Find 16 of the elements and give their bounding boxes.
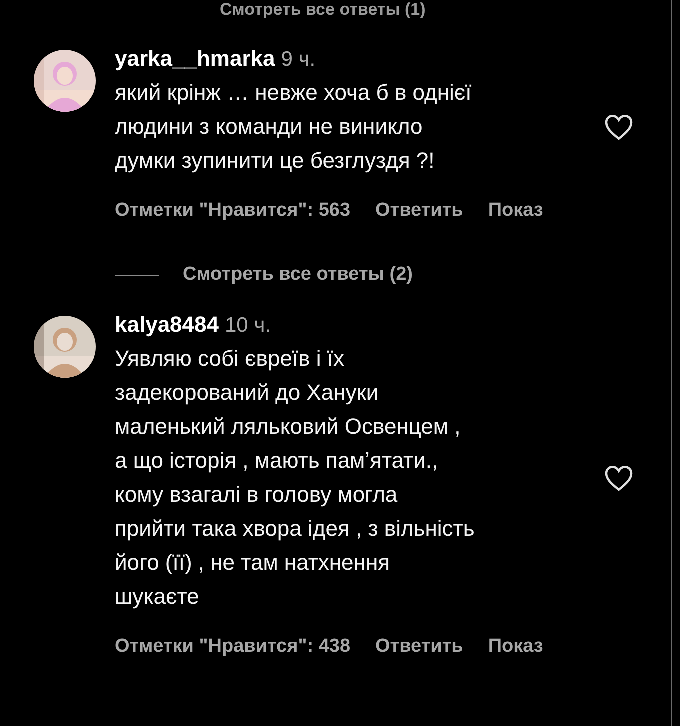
likes-count[interactable]: Отметки "Нравится": 563: [115, 200, 351, 222]
comment-text: Уявляю собі євреїв і їх задекорований до Хануки маленький ляльковий Освенцем , а що історія , мають памʼятати., кому взагалі в голову могла прийти така хвора ідея , з вільність його (її) , не там натхнення шукаєте: [115, 345, 476, 611]
heart-icon[interactable]: [604, 464, 634, 492]
username[interactable]: yarka__hmarka: [115, 46, 276, 72]
view-replies-link[interactable]: Смотреть все ответы (2): [183, 264, 413, 286]
comment-time: 9 ч.: [281, 48, 316, 72]
more-link[interactable]: Показ: [488, 200, 544, 222]
comment-text: який крінж … невже хоча б в однієї людини з команди не виникло думки зупинити це безглуздя ?!: [115, 79, 473, 175]
reply-link[interactable]: Ответить: [376, 636, 464, 658]
view-replies-link[interactable]: Смотреть все ответы (1): [220, 0, 426, 20]
username[interactable]: kalya8484: [115, 312, 219, 338]
likes-count[interactable]: Отметки "Нравится": 438: [115, 636, 351, 658]
comment-time: 10 ч.: [225, 314, 271, 338]
more-link[interactable]: Показ: [488, 636, 544, 658]
reply-link[interactable]: Ответить: [376, 200, 464, 222]
heart-icon[interactable]: [604, 113, 634, 141]
